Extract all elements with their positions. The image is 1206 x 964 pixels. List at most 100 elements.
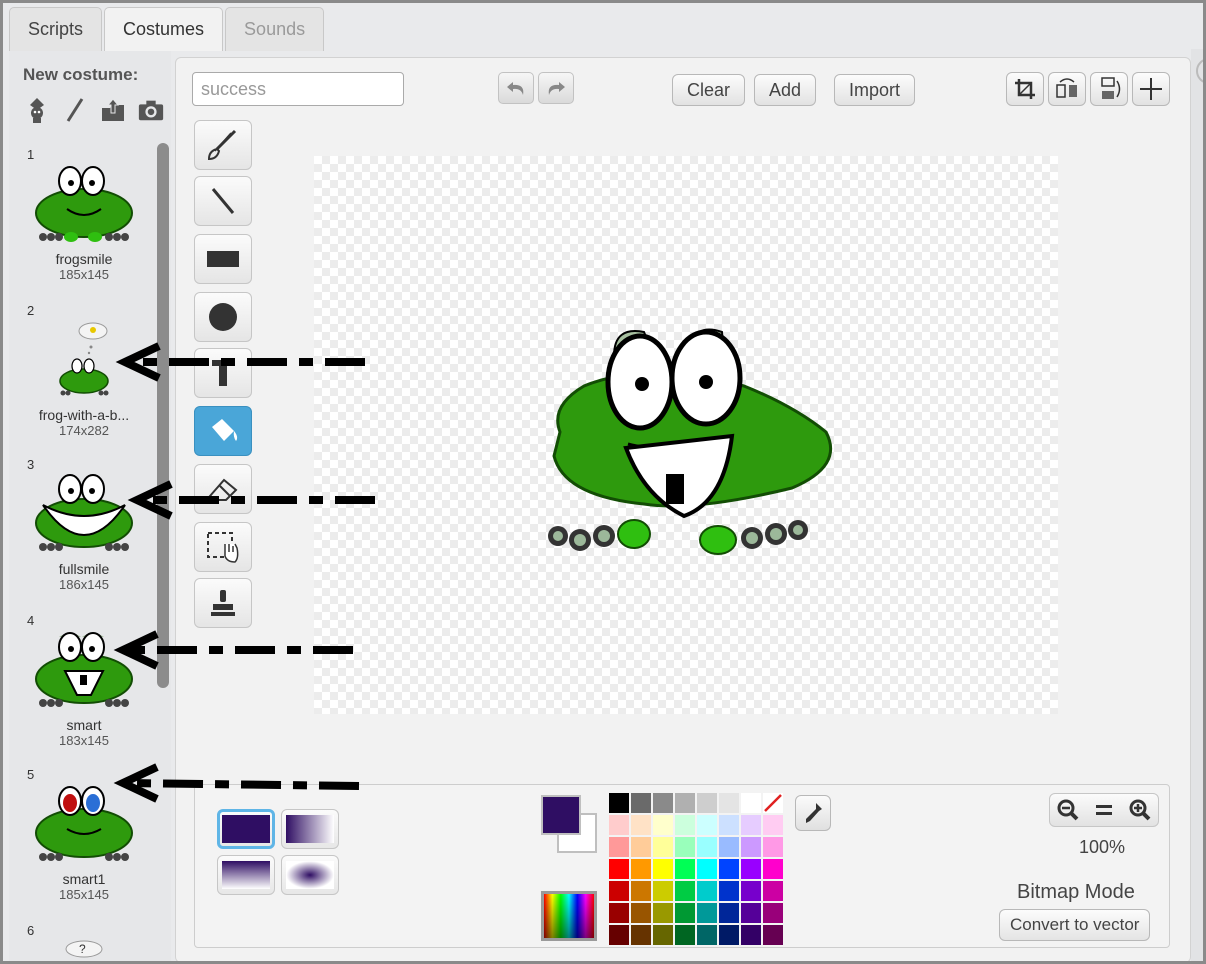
palette-color-swatch[interactable] — [741, 903, 761, 923]
tab-sounds[interactable]: Sounds — [225, 7, 325, 51]
paint-from-library-icon[interactable] — [23, 95, 51, 125]
zoom-out-button[interactable] — [1050, 794, 1086, 826]
fill-radial-gradient-option[interactable] — [281, 855, 339, 895]
costume-item[interactable]: 4 smart 183x145 — [9, 613, 159, 748]
palette-color-swatch[interactable] — [609, 925, 629, 945]
rectangle-tool[interactable] — [194, 234, 252, 284]
palette-color-swatch[interactable] — [719, 837, 739, 857]
palette-color-swatch[interactable] — [763, 859, 783, 879]
eraser-tool[interactable] — [194, 464, 252, 514]
palette-color-swatch[interactable] — [741, 793, 761, 813]
palette-color-swatch[interactable] — [653, 837, 673, 857]
palette-color-swatch[interactable] — [631, 837, 651, 857]
costume-item[interactable]: 3 fullsmile 186x145 — [9, 457, 159, 592]
brush-tool[interactable] — [194, 120, 252, 170]
palette-color-swatch[interactable] — [719, 793, 739, 813]
palette-color-swatch[interactable] — [697, 859, 717, 879]
palette-color-swatch[interactable] — [697, 881, 717, 901]
select-tool[interactable] — [194, 522, 252, 572]
palette-color-swatch[interactable] — [763, 925, 783, 945]
stamp-tool[interactable] — [194, 578, 252, 628]
palette-color-swatch[interactable] — [697, 837, 717, 857]
palette-color-swatch[interactable] — [675, 881, 695, 901]
palette-color-swatch[interactable] — [697, 925, 717, 945]
redo-button[interactable] — [538, 72, 574, 104]
costume-item[interactable]: 2 frog-with-a-b... 174x282 — [9, 303, 159, 438]
tab-costumes[interactable]: Costumes — [104, 7, 224, 51]
palette-color-swatch[interactable] — [609, 837, 629, 857]
palette-color-swatch[interactable] — [741, 881, 761, 901]
palette-color-swatch[interactable] — [719, 859, 739, 879]
fill-horizontal-gradient-option[interactable] — [281, 809, 339, 849]
palette-color-swatch[interactable] — [741, 815, 761, 835]
palette-color-swatch[interactable] — [719, 903, 739, 923]
palette-color-swatch[interactable] — [653, 903, 673, 923]
drawing-canvas[interactable] — [314, 156, 1058, 714]
palette-color-swatch[interactable] — [631, 793, 651, 813]
palette-color-swatch[interactable] — [719, 925, 739, 945]
upload-icon[interactable] — [99, 95, 127, 125]
palette-color-swatch[interactable] — [675, 815, 695, 835]
convert-to-vector-button[interactable]: Convert to vector — [999, 909, 1151, 941]
flip-horizontal-button[interactable] — [1048, 72, 1086, 106]
palette-color-swatch[interactable] — [741, 925, 761, 945]
zoom-in-button[interactable] — [1122, 794, 1158, 826]
costume-item[interactable]: 5 smart1 185x145 — [9, 767, 159, 902]
palette-color-swatch[interactable] — [697, 815, 717, 835]
palette-color-swatch[interactable] — [675, 859, 695, 879]
palette-color-swatch[interactable] — [719, 881, 739, 901]
palette-color-swatch[interactable] — [653, 925, 673, 945]
palette-color-swatch[interactable] — [675, 793, 695, 813]
line-tool[interactable] — [194, 176, 252, 226]
palette-color-swatch[interactable] — [653, 793, 673, 813]
costume-item[interactable]: 1 frogsmile 185x145 — [9, 147, 159, 282]
add-button[interactable]: Add — [754, 74, 817, 106]
eyedropper-button[interactable] — [795, 795, 831, 831]
primary-color-swatch[interactable] — [541, 795, 581, 835]
clear-button[interactable]: Clear — [672, 74, 746, 106]
palette-color-swatch[interactable] — [697, 903, 717, 923]
palette-color-swatch[interactable] — [763, 903, 783, 923]
palette-color-swatch[interactable] — [609, 815, 629, 835]
palette-color-swatch[interactable] — [631, 859, 651, 879]
palette-color-swatch[interactable] — [763, 837, 783, 857]
palette-color-swatch[interactable] — [653, 859, 673, 879]
camera-icon[interactable] — [137, 95, 165, 125]
palette-color-swatch[interactable] — [719, 815, 739, 835]
palette-color-swatch[interactable] — [609, 859, 629, 879]
palette-color-swatch[interactable] — [675, 903, 695, 923]
costume-name-input[interactable] — [192, 72, 404, 106]
crop-button[interactable] — [1006, 72, 1044, 106]
palette-color-swatch[interactable] — [763, 815, 783, 835]
flip-vertical-button[interactable] — [1090, 72, 1128, 106]
palette-color-swatch[interactable] — [763, 881, 783, 901]
palette-color-swatch[interactable] — [631, 925, 651, 945]
palette-color-swatch[interactable] — [697, 793, 717, 813]
palette-color-swatch[interactable] — [653, 815, 673, 835]
palette-color-swatch[interactable] — [741, 859, 761, 879]
palette-color-swatch[interactable] — [653, 881, 673, 901]
palette-color-swatch[interactable] — [631, 903, 651, 923]
palette-color-swatch[interactable] — [741, 837, 761, 857]
palette-color-swatch[interactable] — [631, 815, 651, 835]
palette-color-swatch[interactable] — [631, 881, 651, 901]
ellipse-tool[interactable] — [194, 292, 252, 342]
paint-brush-icon[interactable] — [61, 95, 89, 125]
palette-color-swatch[interactable] — [675, 925, 695, 945]
fill-tool[interactable] — [194, 406, 252, 456]
costume-item[interactable]: 6 ? — [9, 923, 159, 961]
tab-scripts[interactable]: Scripts — [9, 7, 103, 51]
palette-color-swatch[interactable] — [609, 881, 629, 901]
palette-color-swatch[interactable] — [609, 903, 629, 923]
fill-solid-option[interactable] — [217, 809, 275, 849]
undo-button[interactable] — [498, 72, 534, 104]
palette-color-swatch[interactable] — [609, 793, 629, 813]
import-button[interactable]: Import — [834, 74, 916, 106]
transparent-color-swatch[interactable] — [763, 793, 783, 813]
palette-color-swatch[interactable] — [675, 837, 695, 857]
fill-vertical-gradient-option[interactable] — [217, 855, 275, 895]
color-spectrum-picker[interactable] — [541, 891, 597, 941]
text-tool[interactable] — [194, 348, 252, 398]
zoom-reset-button[interactable] — [1086, 794, 1122, 826]
set-center-button[interactable] — [1132, 72, 1170, 106]
